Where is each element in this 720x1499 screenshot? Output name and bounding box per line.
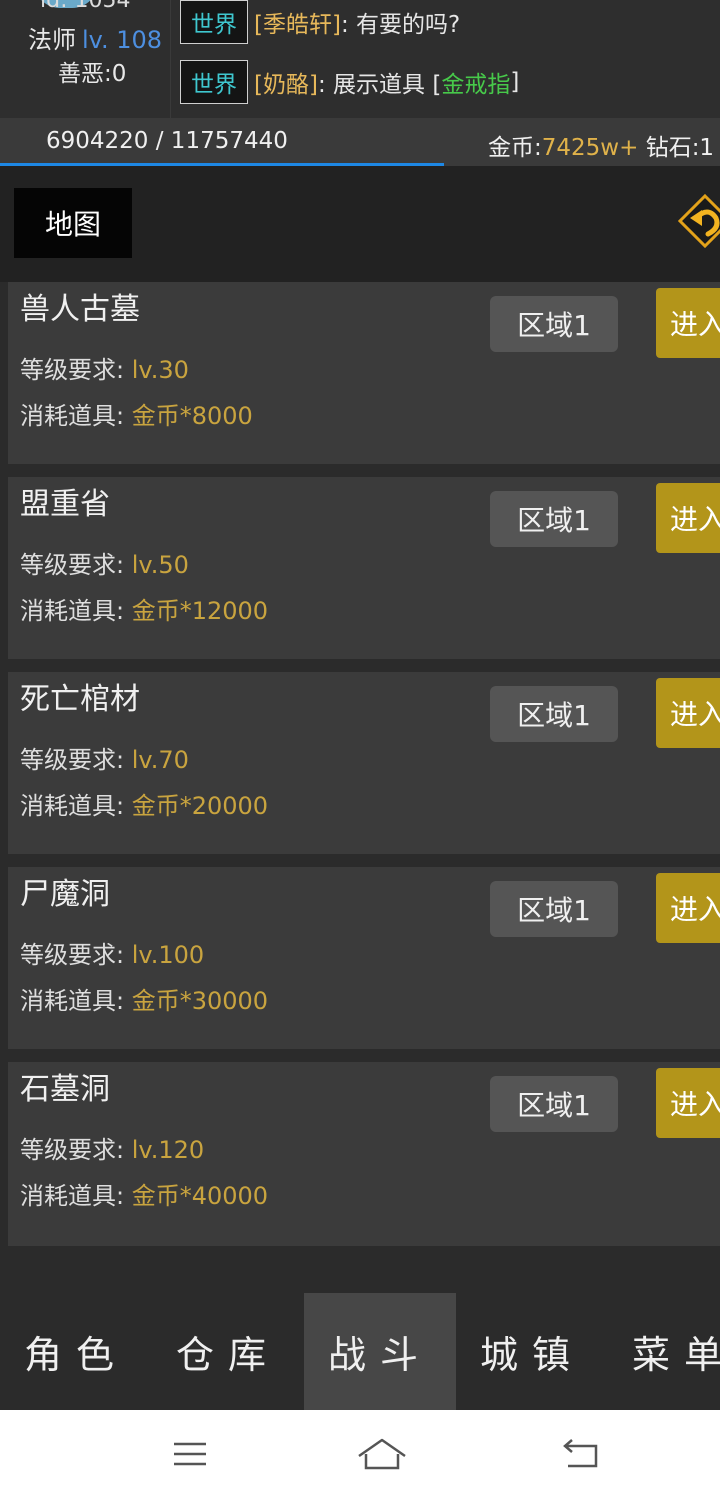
enter-button[interactable]: 进入 [656,288,720,358]
chat-channel-badge[interactable]: 世界 [180,0,248,44]
zone-select-button[interactable]: 区域1 [490,686,618,742]
cost-label: 消耗道具: [20,597,132,625]
diamond-label: 钻石:1 [645,135,715,161]
dungeon-card: 兽人古墓 等级要求: lv.30 消耗道具: 金币*8000 区域1 进入 [8,282,720,464]
map-header: 地图 [0,166,720,282]
enter-button[interactable]: 进入 [656,873,720,943]
zone-select-button[interactable]: 区域1 [490,296,618,352]
cost-label: 消耗道具: [20,987,132,1015]
cost-item: 消耗道具: 金币*8000 [20,396,253,431]
tab-warehouse[interactable]: 仓库 [152,1293,304,1410]
chat-message[interactable]: 世界 [季皓轩] : 有要的吗? [180,0,461,44]
req-label: 等级要求: [20,356,132,384]
back-icon[interactable] [558,1432,602,1476]
cost-value: 金币*30000 [131,987,269,1015]
req-label: 等级要求: [20,1136,132,1164]
player-class-row: 法师 lv. 108 [28,20,162,55]
dungeon-name: 兽人古墓 [20,292,140,327]
zone-select-button[interactable]: 区域1 [490,1076,618,1132]
dungeon-card: 死亡棺材 等级要求: lv.70 消耗道具: 金币*20000 区域1 进入 [8,672,720,854]
dungeon-card: 盟重省 等级要求: lv.50 消耗道具: 金币*12000 区域1 进入 [8,477,720,659]
req-label: 等级要求: [20,551,132,579]
cost-item: 消耗道具: 金币*12000 [20,591,268,626]
chat-text: : 有要的吗? [340,12,461,38]
enter-button[interactable]: 进入 [656,483,720,553]
home-icon[interactable] [356,1432,408,1476]
player-level: lv. 108 [82,26,163,54]
exp-text: 6904220 / 11757440 [46,128,288,154]
map-title: 地图 [14,188,132,258]
enter-button[interactable]: 进入 [656,1068,720,1138]
level-requirement: 等级要求: lv.100 [20,935,204,970]
currency-display: 金币:7425w+ 钻石:1 [488,128,714,162]
req-value: lv.30 [131,356,189,384]
cost-value: 金币*12000 [131,597,269,625]
chat-channel-badge[interactable]: 世界 [180,60,248,104]
req-value: lv.120 [131,1136,205,1164]
level-requirement: 等级要求: lv.70 [20,740,189,775]
player-panel[interactable]: ld: 1054 法师 lv. 108 善恶:0 [0,0,171,118]
chat-sender[interactable]: [奶酪] [254,65,318,99]
level-requirement: 等级要求: lv.50 [20,545,189,580]
req-value: lv.50 [131,551,189,579]
level-requirement: 等级要求: lv.30 [20,350,189,385]
cost-label: 消耗道具: [20,402,132,430]
stat-bar: 6904220 / 11757440 金币:7425w+ 钻石:1 [0,118,720,166]
top-header: ld: 1054 法师 lv. 108 善恶:0 世界 [季皓轩] : 有要的吗?… [0,0,720,118]
chat-text-close: ] [510,69,520,95]
enter-button[interactable]: 进入 [656,678,720,748]
tab-menu[interactable]: 菜单 [608,1293,720,1410]
cost-label: 消耗道具: [20,792,132,820]
back-arrow-icon[interactable] [678,194,720,248]
dungeon-name: 死亡棺材 [20,682,140,717]
dungeon-name: 尸魔洞 [20,877,110,912]
menu-icon[interactable] [168,1432,212,1476]
tab-character[interactable]: 角色 [0,1293,152,1410]
cost-item: 消耗道具: 金币*20000 [20,786,268,821]
cost-value: 金币*40000 [131,1182,269,1210]
dungeon-list: 兽人古墓 等级要求: lv.30 消耗道具: 金币*8000 区域1 进入 盟重… [8,282,720,1246]
cost-value: 金币*8000 [131,402,253,430]
chat-text: : 展示道具 [ [317,72,442,98]
bottom-tab-bar: 角色 仓库 战斗 城镇 菜单 [0,1293,720,1410]
dungeon-card: 尸魔洞 等级要求: lv.100 消耗道具: 金币*30000 区域1 进入 [8,867,720,1049]
req-value: lv.100 [131,941,205,969]
player-id: ld: 1054 [40,0,131,13]
zone-select-button[interactable]: 区域1 [490,881,618,937]
tab-battle[interactable]: 战斗 [304,1293,456,1410]
tab-town[interactable]: 城镇 [456,1293,608,1410]
dungeon-name: 石墓洞 [20,1072,110,1107]
req-label: 等级要求: [20,746,132,774]
cost-label: 消耗道具: [20,1182,132,1210]
dungeon-name: 盟重省 [20,487,110,522]
zone-select-button[interactable]: 区域1 [490,491,618,547]
player-class: 法师 [28,26,76,54]
chat-item-link[interactable]: 金戒指 [441,65,510,99]
chat-message[interactable]: 世界 [奶酪] : 展示道具 [金戒指] [180,60,520,104]
cost-value: 金币*20000 [131,792,269,820]
req-label: 等级要求: [20,941,132,969]
cost-item: 消耗道具: 金币*40000 [20,1176,268,1211]
dungeon-card: 石墓洞 等级要求: lv.120 消耗道具: 金币*40000 区域1 进入 [8,1062,720,1246]
player-karma: 善恶:0 [58,61,127,87]
system-nav-bar [0,1410,720,1499]
gold-label: 金币: [488,135,542,161]
req-value: lv.70 [131,746,189,774]
gold-value: 7425w+ [541,135,639,161]
chat-sender[interactable]: [季皓轩] [254,5,341,39]
level-requirement: 等级要求: lv.120 [20,1130,204,1165]
cost-item: 消耗道具: 金币*30000 [20,981,268,1016]
